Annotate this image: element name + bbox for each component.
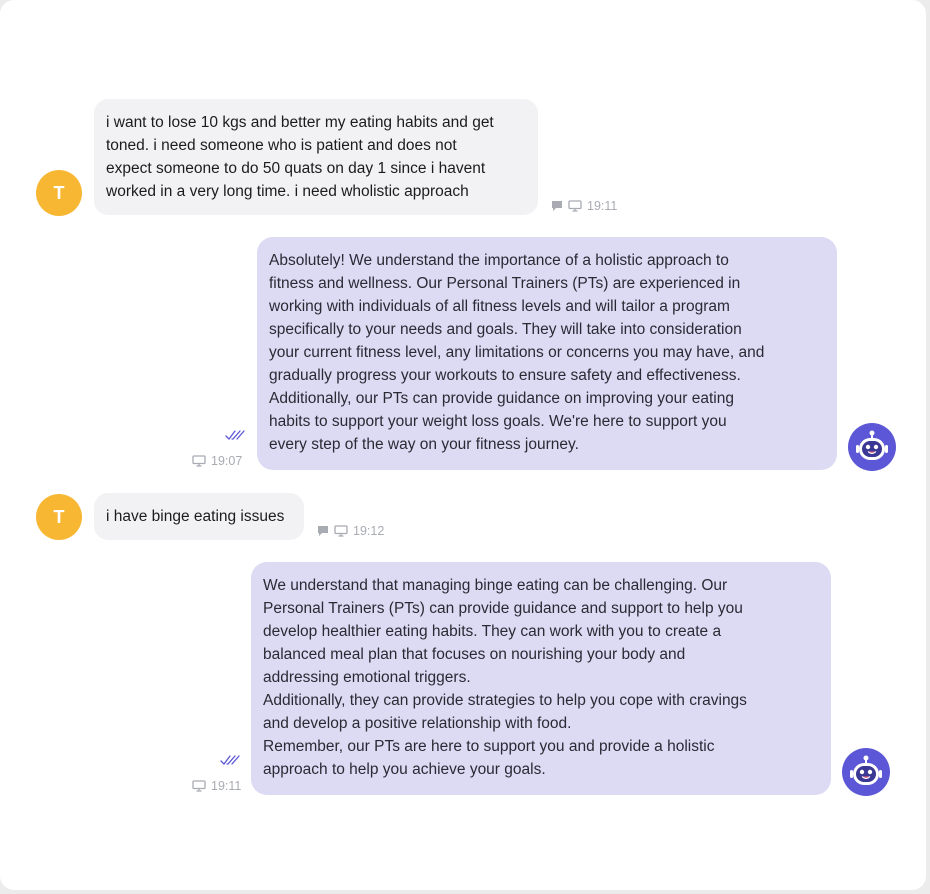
user-avatar: T [36,170,82,216]
message-bubble: i want to lose 10 kgs and better my eati… [94,99,538,215]
robot-icon [842,748,890,796]
message-meta: 19:07 [192,454,242,468]
monitor-icon [334,525,348,537]
message-bubble: Absolutely! We understand the importance… [257,237,837,470]
monitor-icon [192,780,206,792]
message-meta: 19:11 [551,199,617,213]
double-check-icon [225,428,245,446]
monitor-icon [568,200,582,212]
robot-icon [848,423,896,471]
monitor-icon [192,455,206,467]
message-time: 19:12 [353,524,385,538]
double-check-icon [220,753,240,771]
message-time: 19:11 [211,779,242,793]
message-bubble: We understand that managing binge eating… [251,562,831,795]
message-meta: 19:12 [317,524,384,538]
avatar-letter: T [53,506,65,527]
user-avatar: T [36,494,82,540]
avatar-letter: T [53,182,65,203]
message-bubble: i have binge eating issues [94,493,304,540]
message-meta: 19:11 [192,779,241,793]
chat-bubble-icon [317,525,329,537]
message-time: 19:07 [211,454,243,468]
message-time: 19:11 [587,199,618,213]
chat-bubble-icon [551,200,563,212]
chat-panel: T i want to lose 10 kgs and better my ea… [0,0,926,890]
